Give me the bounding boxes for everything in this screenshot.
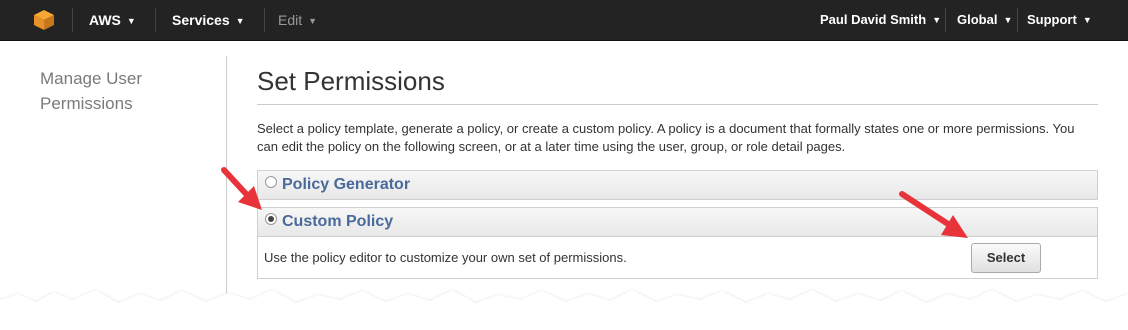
sidebar-title: Manage User Permissions [40, 69, 143, 113]
user-menu-label: Paul David Smith [820, 12, 927, 27]
chevron-down-icon: ▼ [932, 15, 942, 25]
aws-menu[interactable]: AWS ▼ [89, 0, 136, 40]
nav-divider [155, 8, 156, 32]
support-menu-label: Support [1027, 12, 1077, 27]
edit-menu[interactable]: Edit ▼ [278, 0, 317, 40]
policy-generator-label: Policy Generator [282, 176, 411, 193]
title-divider [257, 104, 1098, 105]
nav-divider [945, 8, 946, 32]
chevron-down-icon: ▼ [1082, 15, 1092, 25]
services-menu-label: Services [172, 12, 230, 28]
chevron-down-icon: ▼ [1003, 15, 1013, 25]
torn-edge-decoration [0, 290, 1128, 330]
nav-divider [264, 8, 265, 32]
custom-policy-description: Use the policy editor to customize your … [264, 250, 627, 265]
page-title: Set Permissions [257, 66, 445, 96]
radio-icon[interactable] [265, 213, 277, 225]
custom-policy-label: Custom Policy [282, 213, 394, 230]
edit-menu-label: Edit [278, 12, 303, 28]
chevron-down-icon: ▼ [235, 16, 245, 26]
nav-divider [72, 8, 73, 32]
arrow-annotation-icon [221, 167, 262, 210]
chevron-down-icon: ▼ [126, 16, 136, 26]
arrow-annotation-icon [899, 191, 968, 238]
page-description: Select a policy template, generate a pol… [257, 121, 1075, 154]
region-menu-label: Global [957, 12, 998, 27]
support-menu[interactable]: Support ▼ [1027, 0, 1092, 40]
chevron-down-icon: ▼ [308, 16, 318, 26]
aws-menu-label: AWS [89, 12, 121, 28]
services-menu[interactable]: Services ▼ [172, 0, 245, 40]
top-navigation-bar: AWS ▼ Services ▼ Edit ▼ Paul David Smith ▼ G… [0, 0, 1128, 41]
nav-divider [1017, 8, 1018, 32]
region-menu[interactable]: Global ▼ [957, 0, 1012, 40]
select-button[interactable]: Select [971, 243, 1041, 273]
radio-icon[interactable] [265, 176, 277, 188]
user-menu[interactable]: Paul David Smith ▼ [820, 0, 941, 40]
aws-cube-icon[interactable] [33, 9, 55, 31]
